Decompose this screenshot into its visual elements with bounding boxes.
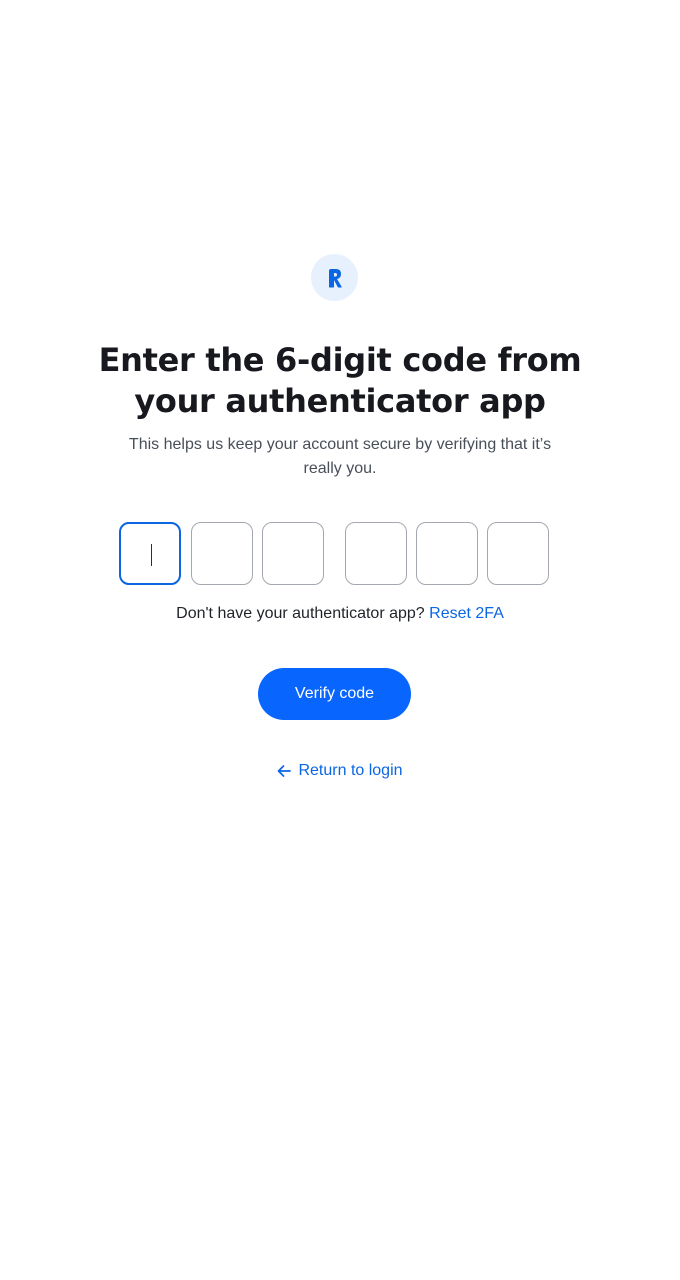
code-digit-6-input[interactable] — [487, 522, 549, 585]
return-to-login-link[interactable]: Return to login — [0, 760, 680, 782]
code-digit-3-input[interactable] — [262, 522, 324, 585]
brand-logo — [311, 254, 358, 301]
arrow-left-icon — [278, 765, 292, 777]
page-title-line-2: your authenticator app — [134, 382, 546, 420]
page-title-line-1: Enter the 6-digit code from — [98, 341, 582, 379]
code-digit-4-input[interactable] — [345, 522, 407, 585]
code-digit-5-input[interactable] — [416, 522, 478, 585]
brand-r-logo-icon — [328, 268, 342, 287]
page-title: Enter the 6-digit code from your authent… — [0, 340, 680, 422]
verify-code-button[interactable]: Verify code — [258, 668, 411, 720]
code-digit-1-input[interactable] — [119, 522, 181, 585]
code-digit-2-input[interactable] — [191, 522, 253, 585]
text-caret — [151, 544, 152, 566]
page-subtitle: This helps us keep your account secure b… — [110, 433, 570, 481]
reset-2fa-link[interactable]: Reset 2FA — [429, 605, 504, 622]
reset-hint: Don't have your authenticator app? Reset… — [0, 603, 680, 625]
subtitle-line-2: really you. — [303, 460, 377, 477]
subtitle-line-1: This helps us keep your account secure b… — [128, 436, 552, 453]
return-to-login-label: Return to login — [298, 762, 403, 779]
reset-hint-text: Don't have your authenticator app? — [176, 605, 425, 622]
